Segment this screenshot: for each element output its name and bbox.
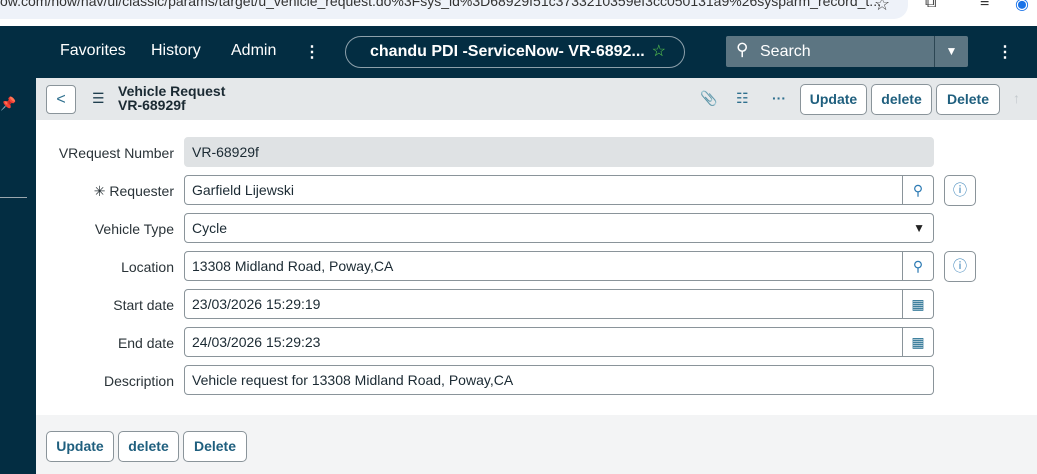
search-icon: ⚲ (736, 40, 749, 59)
lookup-search-icon[interactable]: ⚲ (902, 252, 933, 280)
number-field: VR-68929f (184, 137, 934, 167)
required-icon: ✳ (93, 183, 106, 199)
bookmark-star-icon[interactable]: ☆ (874, 0, 890, 15)
nav-favorites[interactable]: Favorites (60, 42, 126, 60)
nav-history[interactable]: History (151, 42, 201, 60)
update-button[interactable]: Update (800, 84, 867, 115)
nav-admin[interactable]: Admin (231, 42, 276, 60)
personalize-icon[interactable]: ☷ (736, 90, 749, 107)
record-number: VR-68929f (118, 97, 186, 113)
search-dropdown-icon[interactable]: ▼ (934, 36, 968, 67)
favorite-star-icon[interactable]: ☆ (652, 37, 666, 67)
url-field[interactable]: ow.com/now/nav/ui/classic/params/target/… (0, 0, 908, 19)
back-button[interactable]: < (46, 85, 76, 114)
footer-delete-button[interactable]: Delete (183, 431, 247, 462)
label-start-date: Start date (113, 297, 174, 313)
search-input[interactable]: Search (760, 43, 811, 61)
label-requester: ✳ Requester (94, 183, 174, 200)
label-number: VRequest Number (58, 145, 174, 161)
vehicle-type-value: Cycle (192, 220, 228, 236)
calendar-icon[interactable]: ▦ (902, 328, 933, 356)
scroll-top-icon[interactable]: ↑ (1013, 90, 1020, 106)
instance-title-pill[interactable]: chandu PDI -ServiceNow- VR-6892... ☆ (345, 36, 685, 68)
footer-update-button[interactable]: Update (46, 431, 114, 462)
location-value: 13308 Midland Road, Poway,CA (192, 258, 394, 274)
requester-field[interactable]: Garfield Lijewski ⚲ (184, 175, 934, 205)
browser-address-bar: ow.com/now/nav/ui/classic/params/target/… (0, 0, 1037, 26)
requester-value: Garfield Lijewski (192, 182, 294, 198)
top-nav: Favorites History Admin ⋮ chandu PDI -Se… (36, 26, 1037, 78)
delete-lower-button[interactable]: delete (871, 84, 932, 115)
more-options-icon[interactable]: ··· (772, 90, 786, 106)
pin-icon[interactable]: 📌 (0, 96, 16, 112)
divider (0, 197, 27, 198)
calendar-icon[interactable]: ▦ (902, 290, 933, 318)
lookup-search-icon[interactable]: ⚲ (902, 176, 933, 204)
end-date-field[interactable]: 24/03/2026 15:29:23 ▦ (184, 327, 934, 357)
label-vehicle-type: Vehicle Type (94, 221, 174, 237)
form-title: Vehicle Request VR-68929f (118, 84, 225, 112)
label-requester-text: Requester (109, 183, 174, 199)
start-date-value: 23/03/2026 15:29:19 (192, 296, 321, 312)
chevron-down-icon: ▼ (913, 221, 925, 235)
description-field[interactable]: Vehicle request for 13308 Midland Road, … (184, 365, 934, 395)
instance-title: chandu PDI -ServiceNow- VR-6892... (370, 43, 645, 60)
vehicle-type-select[interactable]: Cycle ▼ (184, 213, 934, 243)
footer-delete-lower-button[interactable]: delete (118, 431, 179, 462)
end-date-value: 24/03/2026 15:29:23 (192, 334, 321, 350)
delete-button[interactable]: Delete (936, 84, 1000, 115)
nav-more-icon[interactable]: ⋮ (304, 42, 320, 62)
location-info-icon[interactable]: ⓘ (944, 251, 976, 282)
label-end-date: End date (117, 335, 174, 351)
vehicle-request-form: VRequest Number VR-68929f ✳ Requester Ga… (36, 120, 1037, 415)
nav-menu-icon[interactable]: ⋮ (997, 42, 1013, 62)
extensions-icon[interactable]: ⧉ (925, 0, 936, 12)
media-icon[interactable]: ≡ (980, 0, 989, 12)
location-field[interactable]: 13308 Midland Road, Poway,CA ⚲ (184, 251, 934, 281)
profile-icon[interactable]: ◉ (1015, 0, 1029, 14)
url-text: ow.com/now/nav/ui/classic/params/target/… (0, 0, 881, 9)
attachment-icon[interactable]: 📎 (700, 90, 717, 107)
form-header: < ☰ Vehicle Request VR-68929f 📎 ☷ ··· Up… (36, 78, 1037, 120)
context-menu-icon[interactable]: ☰ (92, 90, 105, 107)
start-date-field[interactable]: 23/03/2026 15:29:19 ▦ (184, 289, 934, 319)
requester-info-icon[interactable]: ⓘ (944, 175, 976, 206)
label-description: Description (103, 373, 174, 389)
label-location: Location (121, 259, 174, 275)
global-search[interactable]: ⚲ Search ▼ (726, 36, 968, 67)
table-name: Vehicle Request (118, 83, 226, 99)
form-footer: Update delete Delete (36, 415, 1037, 474)
left-rail: 📌 (0, 26, 36, 474)
